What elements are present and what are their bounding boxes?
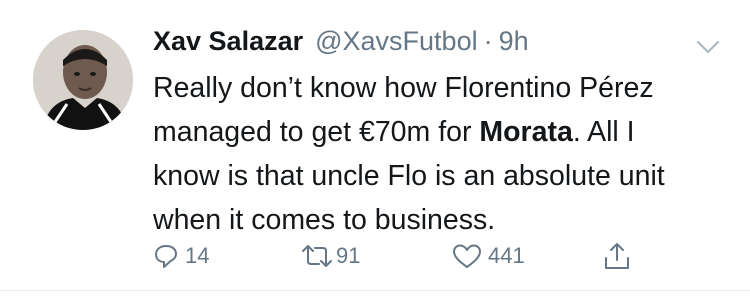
timestamp[interactable]: 9h	[499, 26, 529, 57]
like-button[interactable]: 441	[452, 236, 525, 276]
tweet-text-line: managed to get €70m for Morata. All I	[153, 116, 635, 148]
reply-button[interactable]: 14	[153, 236, 209, 276]
heart-icon	[452, 243, 482, 269]
reply-icon	[153, 243, 179, 269]
avatar[interactable]	[33, 30, 133, 130]
retweet-button[interactable]: 91	[300, 236, 360, 276]
retweet-count: 91	[336, 243, 361, 268]
tweet-actions: 14 91 441	[0, 236, 750, 276]
reply-count: 14	[185, 243, 210, 268]
tweet-text-line: Really don’t know how Florentino Pérez	[153, 72, 654, 104]
tweet-header: Xav Salazar @XavsFutbol · 9h	[153, 26, 529, 66]
like-count: 441	[488, 243, 525, 268]
separator-dot: ·	[483, 26, 493, 56]
tweet-text: Really don’t know how Florentino Pérez m…	[153, 66, 733, 242]
avatar-image	[33, 30, 133, 130]
display-name[interactable]: Xav Salazar	[153, 26, 303, 57]
share-button[interactable]	[603, 236, 631, 276]
tweet[interactable]: Xav Salazar @XavsFutbol · 9h Really don’…	[0, 0, 750, 299]
retweet-icon	[300, 243, 334, 269]
share-icon	[603, 241, 631, 271]
tweet-text-line: know is that uncle Flo is an absolute un…	[153, 160, 665, 192]
chevron-down-icon[interactable]	[696, 40, 720, 54]
user-handle[interactable]: @XavsFutbol	[315, 26, 477, 57]
bold-text: Morata	[479, 116, 573, 148]
divider	[0, 290, 750, 291]
